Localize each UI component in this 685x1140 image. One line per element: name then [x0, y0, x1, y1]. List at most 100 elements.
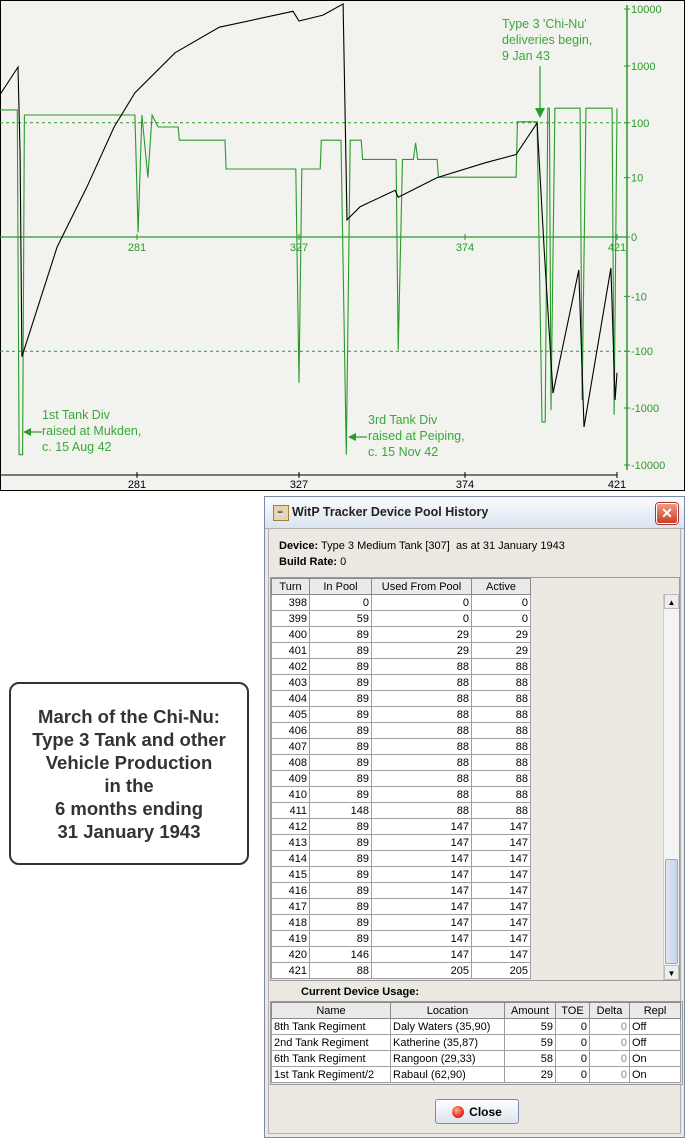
pool-table-row[interactable]: 405 89 88 88	[271, 706, 531, 723]
table-cell: 88	[371, 770, 472, 787]
pool-table-row[interactable]: 419 89 147 147	[271, 930, 531, 947]
table-cell: 88	[471, 690, 531, 707]
table-cell: Rangoon (29,33)	[390, 1050, 505, 1067]
pool-table-row[interactable]: 416 89 147 147	[271, 882, 531, 899]
table-cell: 2nd Tank Regiment	[271, 1034, 391, 1051]
table-cell: Off	[629, 1034, 681, 1051]
pool-table-row[interactable]: 415 89 147 147	[271, 866, 531, 883]
pool-table-row[interactable]: 409 89 88 88	[271, 770, 531, 787]
column-header[interactable]: Delta	[589, 1002, 630, 1019]
table-cell: 148	[309, 802, 372, 819]
pool-table-row[interactable]: 399 59 0 0	[271, 610, 531, 627]
table-cell: 29	[471, 626, 531, 643]
pool-table-row[interactable]: 420 146 147 147	[271, 946, 531, 963]
table-cell: 421	[271, 962, 310, 979]
table-cell: 411	[271, 802, 310, 819]
pool-table-row[interactable]: 400 89 29 29	[271, 626, 531, 643]
y-tick-label: 0	[631, 232, 637, 244]
table-cell: 147	[471, 834, 531, 851]
usage-table-scrollpane: Name Location Amount TOE Delta Repl 8th Tank …	[270, 1001, 683, 1085]
table-cell: 88	[309, 962, 372, 979]
table-cell: 417	[271, 898, 310, 915]
table-cell: 89	[309, 834, 372, 851]
table-cell: 88	[371, 674, 472, 691]
device-label: Device:	[279, 540, 319, 552]
table-cell: 89	[309, 930, 372, 947]
build-rate-label: Build Rate:	[279, 556, 338, 568]
pool-table-row[interactable]: 418 89 147 147	[271, 914, 531, 931]
table-cell: 88	[471, 722, 531, 739]
pool-table-row[interactable]: 407 89 88 88	[271, 738, 531, 755]
table-cell: 88	[471, 738, 531, 755]
pool-table-row[interactable]: 412 89 147 147	[271, 818, 531, 835]
table-cell: 0	[471, 610, 531, 627]
table-cell: 89	[309, 850, 372, 867]
usage-table-row[interactable]: 8th Tank Regiment Daly Waters (35,90) 59 0 0…	[271, 1018, 681, 1035]
table-cell: 0	[309, 594, 372, 611]
column-header[interactable]: Turn	[271, 578, 310, 595]
pool-table-row[interactable]: 402 89 88 88	[271, 658, 531, 675]
x-tick-label-zero-line: 421	[608, 242, 626, 254]
window-close-button[interactable]: ✕	[656, 503, 678, 524]
annotation-text: Type 3 'Chi-Nu'	[502, 17, 587, 31]
scroll-up-arrow-icon[interactable]: ▲	[664, 594, 679, 609]
table-cell: 88	[371, 754, 472, 771]
table-cell: 409	[271, 770, 310, 787]
table-cell: 88	[471, 674, 531, 691]
pool-table-scrollpane[interactable]: Turn In Pool Used From Pool Active 398 0 0 0 39…	[270, 577, 680, 981]
caption-line: 31 January 1943	[57, 820, 201, 842]
pool-table-row[interactable]: 411 148 88 88	[271, 802, 531, 819]
java-app-icon: ☕	[273, 505, 289, 521]
usage-table-row[interactable]: 6th Tank Regiment Rangoon (29,33) 58 0 0 On	[271, 1050, 681, 1067]
pool-table-row[interactable]: 406 89 88 88	[271, 722, 531, 739]
annotation-text: 9 Jan 43	[502, 49, 550, 63]
scrollbar-thumb[interactable]	[665, 859, 678, 964]
annotation-text: c. 15 Aug 42	[42, 440, 112, 454]
pool-table-row[interactable]: 404 89 88 88	[271, 690, 531, 707]
table-cell: 89	[309, 914, 372, 931]
table-cell: 420	[271, 946, 310, 963]
pool-table-row[interactable]: 403 89 88 88	[271, 674, 531, 691]
column-header[interactable]: Repl	[629, 1002, 681, 1019]
table-cell: 402	[271, 658, 310, 675]
table-cell: 405	[271, 706, 310, 723]
table-cell: 410	[271, 786, 310, 803]
x-tick-label: 281	[128, 479, 146, 491]
vertical-scrollbar[interactable]: ▲ ▼	[663, 594, 679, 980]
title-bar[interactable]: ☕ WitP Tracker Device Pool History ✕	[265, 497, 684, 529]
table-cell: 89	[309, 770, 372, 787]
column-header[interactable]: Location	[390, 1002, 505, 1019]
column-header[interactable]: Active	[471, 578, 531, 595]
x-tick-label: 421	[608, 479, 626, 491]
table-cell: 403	[271, 674, 310, 691]
table-cell: 59	[504, 1018, 556, 1035]
table-cell: 89	[309, 674, 372, 691]
column-header[interactable]: Name	[271, 1002, 391, 1019]
pool-table-row[interactable]: 413 89 147 147	[271, 834, 531, 851]
usage-table-row[interactable]: 2nd Tank Regiment Katherine (35,87) 59 0 0 Of…	[271, 1034, 681, 1051]
table-cell: 398	[271, 594, 310, 611]
close-button[interactable]: Close	[435, 1099, 519, 1124]
close-button-label: Close	[469, 1104, 502, 1119]
annotation-text: deliveries begin,	[502, 33, 592, 47]
pool-table-row[interactable]: 401 89 29 29	[271, 642, 531, 659]
pool-table-row[interactable]: 398 0 0 0	[271, 594, 531, 611]
column-header[interactable]: TOE	[555, 1002, 590, 1019]
dialog-content: Device: Type 3 Medium Tank [307] as at 3…	[268, 528, 683, 1134]
pool-table-row[interactable]: 410 89 88 88	[271, 786, 531, 803]
column-header[interactable]: Amount	[504, 1002, 556, 1019]
pool-table-row[interactable]: 408 89 88 88	[271, 754, 531, 771]
scroll-down-arrow-icon[interactable]: ▼	[664, 965, 679, 980]
pool-table-row[interactable]: 421 88 205 205	[271, 962, 531, 979]
column-header[interactable]: Used From Pool	[371, 578, 472, 595]
pool-history-table: Turn In Pool Used From Pool Active 398 0 0 0 39…	[271, 578, 531, 979]
pool-table-row[interactable]: 417 89 147 147	[271, 898, 531, 915]
usage-table-row[interactable]: 1st Tank Regiment/2 Rabaul (62,90) 29 0 0 On	[271, 1066, 681, 1083]
table-cell: 89	[309, 738, 372, 755]
annotation-text: 1st Tank Div	[42, 408, 111, 422]
column-header[interactable]: In Pool	[309, 578, 372, 595]
pool-table-row[interactable]: 414 89 147 147	[271, 850, 531, 867]
table-cell: 147	[471, 866, 531, 883]
x-tick-label: 327	[290, 479, 308, 491]
table-cell: 147	[371, 930, 472, 947]
